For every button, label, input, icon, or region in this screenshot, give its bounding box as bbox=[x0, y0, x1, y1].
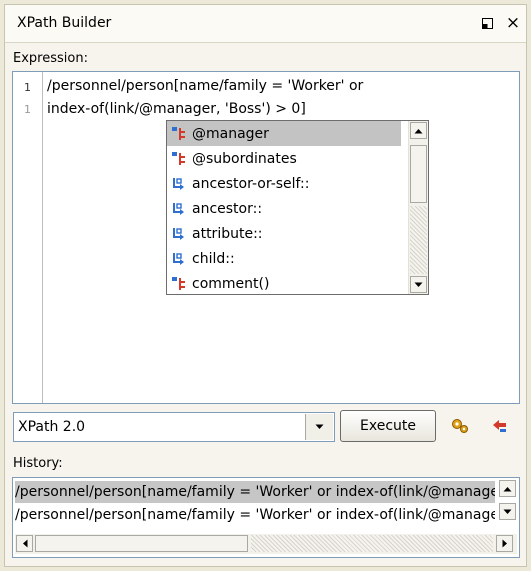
attribute-icon bbox=[171, 276, 192, 292]
expression-editor[interactable]: 1 1 /personnel/person[name/family = 'Wor… bbox=[12, 71, 520, 404]
axis-icon bbox=[171, 201, 192, 217]
title-bar: XPath Builder × bbox=[5, 5, 526, 43]
autocomplete-item[interactable]: comment() bbox=[167, 271, 401, 294]
history-row[interactable]: /personnel/person[name/family = 'Worker'… bbox=[15, 481, 495, 503]
scroll-down-button[interactable] bbox=[410, 276, 427, 293]
history-hscrollbar[interactable] bbox=[15, 534, 517, 554]
back-arrow-icon[interactable] bbox=[489, 415, 511, 437]
autocomplete-item-label: ancestor:: bbox=[192, 200, 263, 217]
scroll-right-button[interactable] bbox=[496, 535, 513, 552]
autocomplete-item-label: child:: bbox=[192, 250, 235, 267]
xpath-version-value: XPath 2.0 bbox=[18, 419, 86, 435]
attribute-icon bbox=[171, 126, 192, 142]
axis-icon bbox=[171, 176, 192, 192]
autocomplete-item[interactable]: @manager bbox=[167, 121, 401, 146]
axis-icon bbox=[171, 251, 192, 267]
history-scroll-down-button[interactable] bbox=[499, 503, 516, 520]
axis-icon bbox=[171, 226, 192, 242]
line-number-gutter: 1 1 bbox=[13, 72, 43, 403]
line-number: 1 bbox=[24, 103, 31, 116]
gears-icon[interactable] bbox=[449, 415, 471, 437]
autocomplete-scrollbar[interactable] bbox=[408, 121, 428, 294]
code-line[interactable]: /personnel/person[name/family = 'Worker'… bbox=[47, 78, 363, 94]
history-scroll-track bbox=[251, 535, 493, 552]
autocomplete-item-label: @manager bbox=[192, 125, 269, 142]
autocomplete-item-label: @subordinates bbox=[192, 150, 297, 167]
restore-icon[interactable] bbox=[479, 15, 495, 31]
autocomplete-item[interactable]: child:: bbox=[167, 246, 401, 271]
history-row[interactable]: /personnel/person[name/family = 'Worker'… bbox=[15, 504, 495, 526]
autocomplete-item-label: ancestor-or-self:: bbox=[192, 175, 310, 192]
attribute-icon bbox=[171, 151, 192, 167]
autocomplete-item[interactable]: @subordinates bbox=[167, 146, 401, 171]
gutter-divider bbox=[42, 72, 43, 403]
autocomplete-popup: @manager@subordinatesancestor-or-self:: a… bbox=[166, 120, 429, 295]
close-icon[interactable]: × bbox=[505, 15, 521, 32]
expression-label: Expression: bbox=[13, 51, 88, 66]
autocomplete-item-label: attribute:: bbox=[192, 225, 263, 242]
history-label: History: bbox=[13, 456, 63, 471]
autocomplete-list: @manager@subordinatesancestor-or-self:: a… bbox=[167, 121, 401, 294]
panel-title: XPath Builder bbox=[17, 15, 112, 31]
autocomplete-item-label: comment() bbox=[192, 275, 270, 292]
history-vscrollbar[interactable] bbox=[498, 480, 517, 529]
scroll-up-button[interactable] bbox=[410, 122, 427, 139]
xpath-version-select[interactable]: XPath 2.0 bbox=[13, 412, 335, 442]
code-line[interactable]: index-of(link/@manager, 'Boss') > 0] bbox=[47, 101, 306, 117]
chevron-down-icon[interactable] bbox=[305, 414, 333, 440]
line-number: 1 bbox=[24, 81, 31, 94]
autocomplete-item[interactable]: ancestor-or-self:: bbox=[167, 171, 401, 196]
history-scroll-up-button[interactable] bbox=[499, 480, 516, 497]
scroll-track bbox=[410, 206, 427, 274]
scroll-thumb[interactable] bbox=[410, 145, 427, 203]
xpath-builder-panel: XPath Builder × Expression: 1 1 /personn… bbox=[4, 4, 527, 567]
autocomplete-item[interactable]: attribute:: bbox=[167, 221, 401, 246]
autocomplete-item[interactable]: ancestor:: bbox=[167, 196, 401, 221]
history-scroll-thumb[interactable] bbox=[35, 535, 248, 552]
history-list: /personnel/person[name/family = 'Worker'… bbox=[12, 477, 520, 558]
scroll-left-button[interactable] bbox=[16, 535, 33, 552]
execute-button[interactable]: Execute bbox=[340, 410, 436, 442]
